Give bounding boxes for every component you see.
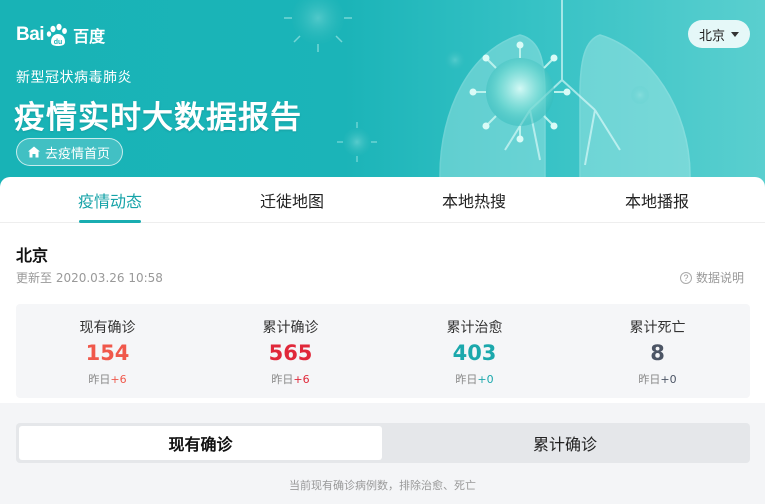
stat-total-deaths: 累计死亡 8 昨日+0 xyxy=(566,304,749,398)
stat-delta: 昨日+0 xyxy=(566,371,749,387)
stat-value: 403 xyxy=(452,341,497,365)
stat-value: 565 xyxy=(268,341,313,365)
stat-total-recovered: 累计治愈 403 昨日+0 xyxy=(383,304,566,398)
tab-local-hot-search[interactable]: 本地热搜 xyxy=(404,177,544,223)
tab-label: 本地热搜 xyxy=(441,192,506,211)
hero-subtitle: 新型冠状病毒肺炎 xyxy=(16,70,132,86)
delta-prefix: 昨日 xyxy=(271,373,294,386)
toggle-footnote: 当前现有确诊病例数，排除治愈、死亡 xyxy=(289,479,476,492)
hero-banner: Bai du 百度 新型冠状病毒肺炎 疫情实时大数据报告 去疫情首页 北京 xyxy=(0,0,765,200)
tab-label: 疫情动态 xyxy=(77,192,142,211)
data-card: 疫情动态 迁徙地图 本地热搜 本地播报 北京 更新至 2020.03.26 10… xyxy=(0,177,765,403)
stats-panel: 现有确诊 154 昨日+6 累计确诊 565 昨日+6 累计治愈 403 昨日+… xyxy=(16,304,750,398)
stat-label: 现有确诊 xyxy=(79,320,136,336)
delta-prefix: 昨日 xyxy=(455,373,478,386)
tab-bar: 疫情动态 迁徙地图 本地热搜 本地播报 xyxy=(0,177,765,223)
tab-label: 迁徙地图 xyxy=(259,192,324,211)
stat-delta: 昨日+0 xyxy=(383,371,566,387)
tab-epidemic-dynamics[interactable]: 疫情动态 xyxy=(40,177,180,223)
toggle-label: 现有确诊 xyxy=(168,435,233,454)
stat-label: 累计确诊 xyxy=(262,320,319,336)
delta-value: +6 xyxy=(110,373,127,386)
update-timestamp: 更新至 2020.03.26 10:58 xyxy=(16,271,163,285)
paw-icon: du xyxy=(46,23,67,46)
baidu-logo[interactable]: Bai du 百度 xyxy=(16,22,105,48)
stat-value: 8 xyxy=(650,341,665,365)
stat-current-confirmed: 现有确诊 154 昨日+6 xyxy=(16,304,199,398)
stat-label: 累计死亡 xyxy=(629,320,686,336)
delta-value: +0 xyxy=(660,373,677,386)
delta-prefix: 昨日 xyxy=(88,373,111,386)
stat-value: 154 xyxy=(85,341,130,365)
tab-migration-map[interactable]: 迁徙地图 xyxy=(222,177,362,223)
metric-toggle: 现有确诊 累计确诊 xyxy=(16,423,750,463)
logo-text-baidu: 百度 xyxy=(73,29,106,46)
stat-total-confirmed: 累计确诊 565 昨日+6 xyxy=(199,304,382,398)
page-title: 疫情实时大数据报告 xyxy=(14,100,302,136)
delta-prefix: 昨日 xyxy=(638,373,661,386)
toggle-current-confirmed[interactable]: 现有确诊 xyxy=(19,426,382,460)
stat-delta: 昨日+6 xyxy=(16,371,199,387)
tab-label: 本地播报 xyxy=(624,192,689,211)
toggle-total-confirmed[interactable]: 累计确诊 xyxy=(383,426,747,460)
epidemic-home-label: 去疫情首页 xyxy=(45,146,111,162)
chevron-down-icon xyxy=(731,31,739,37)
region-name: 北京 xyxy=(16,246,49,265)
epidemic-home-button[interactable]: 去疫情首页 xyxy=(16,138,124,166)
delta-value: +0 xyxy=(477,373,494,386)
stat-label: 累计治愈 xyxy=(446,320,503,336)
question-icon: ? xyxy=(680,271,692,284)
toggle-label: 累计确诊 xyxy=(532,435,597,454)
logo-text-bai: Bai xyxy=(16,24,45,45)
delta-value: +6 xyxy=(293,373,310,386)
city-selector[interactable]: 北京 xyxy=(688,20,750,48)
data-explanation-label: 数据说明 xyxy=(696,271,745,285)
stat-delta: 昨日+6 xyxy=(199,371,382,387)
city-selector-value: 北京 xyxy=(698,28,725,44)
data-explanation-link[interactable]: ? 数据说明 xyxy=(680,269,744,286)
tab-local-broadcast[interactable]: 本地播报 xyxy=(587,177,727,223)
svg-text:du: du xyxy=(54,39,63,46)
home-icon xyxy=(28,146,40,158)
